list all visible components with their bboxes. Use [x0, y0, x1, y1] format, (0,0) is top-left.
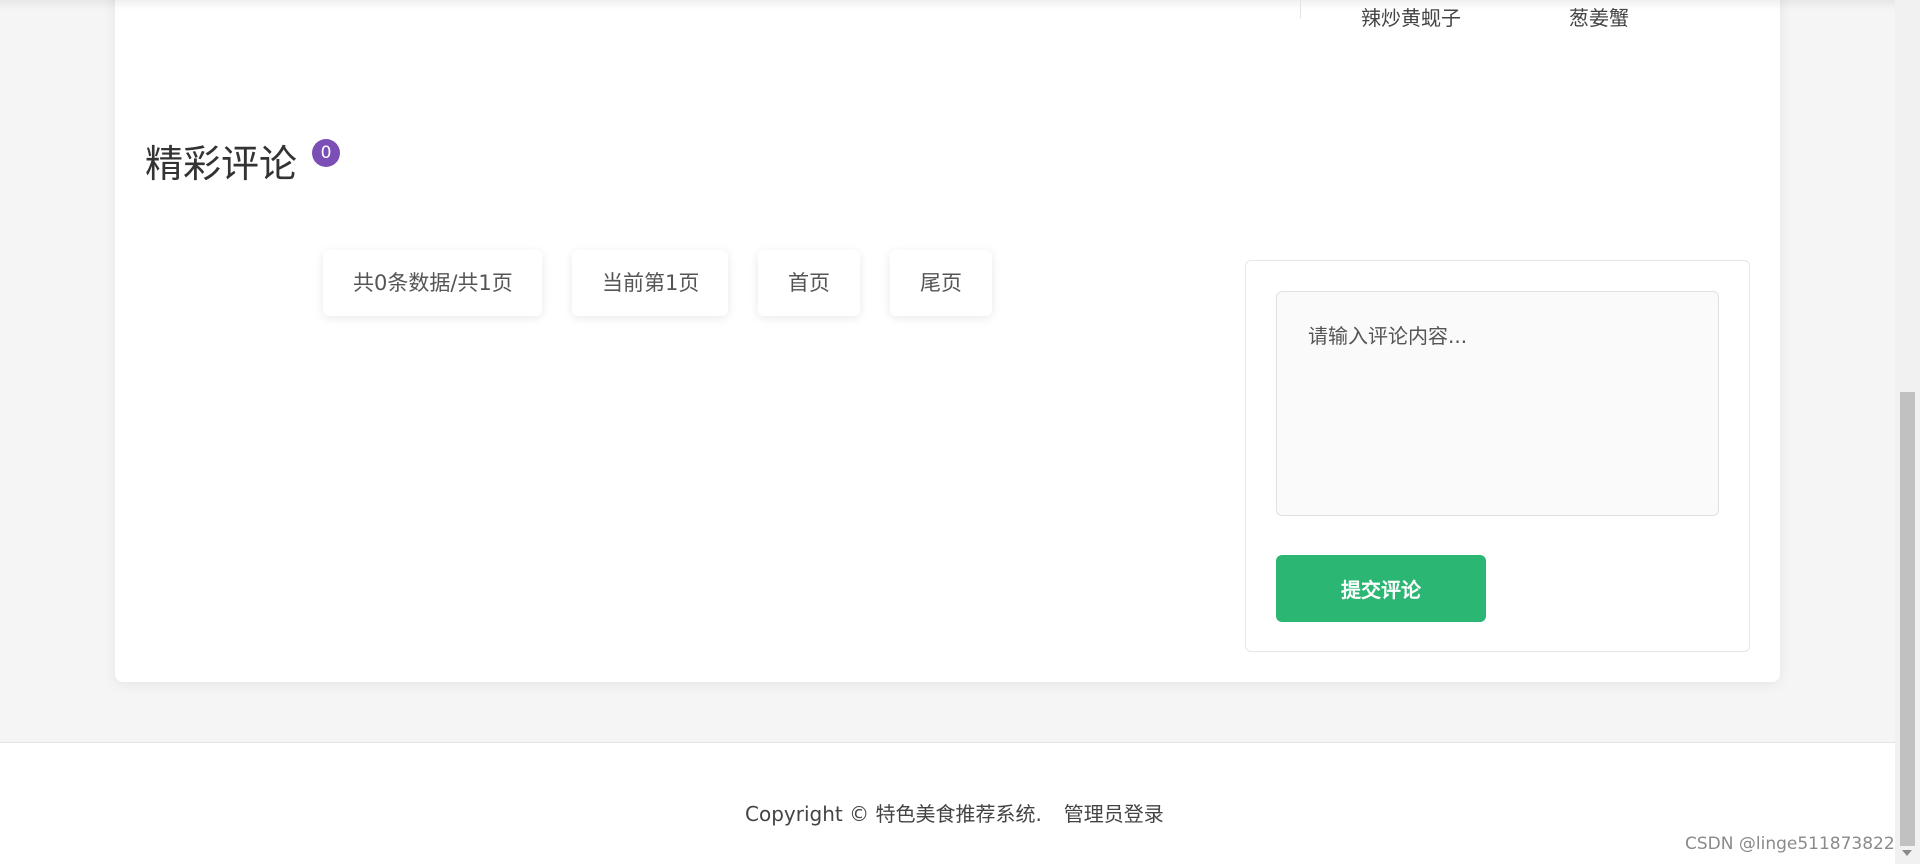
scrollbar-thumb[interactable]: [1900, 392, 1915, 846]
recommend-item-spicy-clams[interactable]: 辣炒黄蚬子: [1361, 2, 1461, 31]
recommend-divider: [1300, 0, 1301, 18]
admin-login-link[interactable]: 管理员登录: [1064, 802, 1164, 826]
pagination-current-page: 当前第1页: [572, 250, 728, 316]
last-page-button[interactable]: 尾页: [890, 250, 992, 316]
watermark: CSDN @linge511873822: [1685, 834, 1895, 854]
footer: Copyright © 特色美食推荐系统. 管理员登录: [0, 742, 1895, 864]
comment-count-badge: 0: [312, 139, 340, 167]
first-page-button[interactable]: 首页: [758, 250, 860, 316]
comment-form: 提交评论: [1245, 260, 1750, 652]
recommend-item-ginger-crab[interactable]: 葱姜蟹: [1569, 2, 1629, 31]
comments-title: 精彩评论: [145, 142, 298, 186]
vertical-scrollbar[interactable]: [1895, 0, 1920, 864]
pagination-summary: 共0条数据/共1页: [323, 250, 542, 316]
comment-input[interactable]: [1276, 291, 1719, 516]
submit-comment-button[interactable]: 提交评论: [1276, 555, 1486, 622]
scroll-down-arrow-icon[interactable]: [1902, 850, 1912, 856]
page: 辣炒黄蚬子 葱姜蟹 精彩评论 0 共0条数据/共1页 当前第1页 首页 尾页 提…: [0, 0, 1895, 864]
copyright-text: Copyright © 特色美食推荐系统.: [745, 802, 1042, 826]
footer-text: Copyright © 特色美食推荐系统. 管理员登录: [745, 798, 1164, 827]
